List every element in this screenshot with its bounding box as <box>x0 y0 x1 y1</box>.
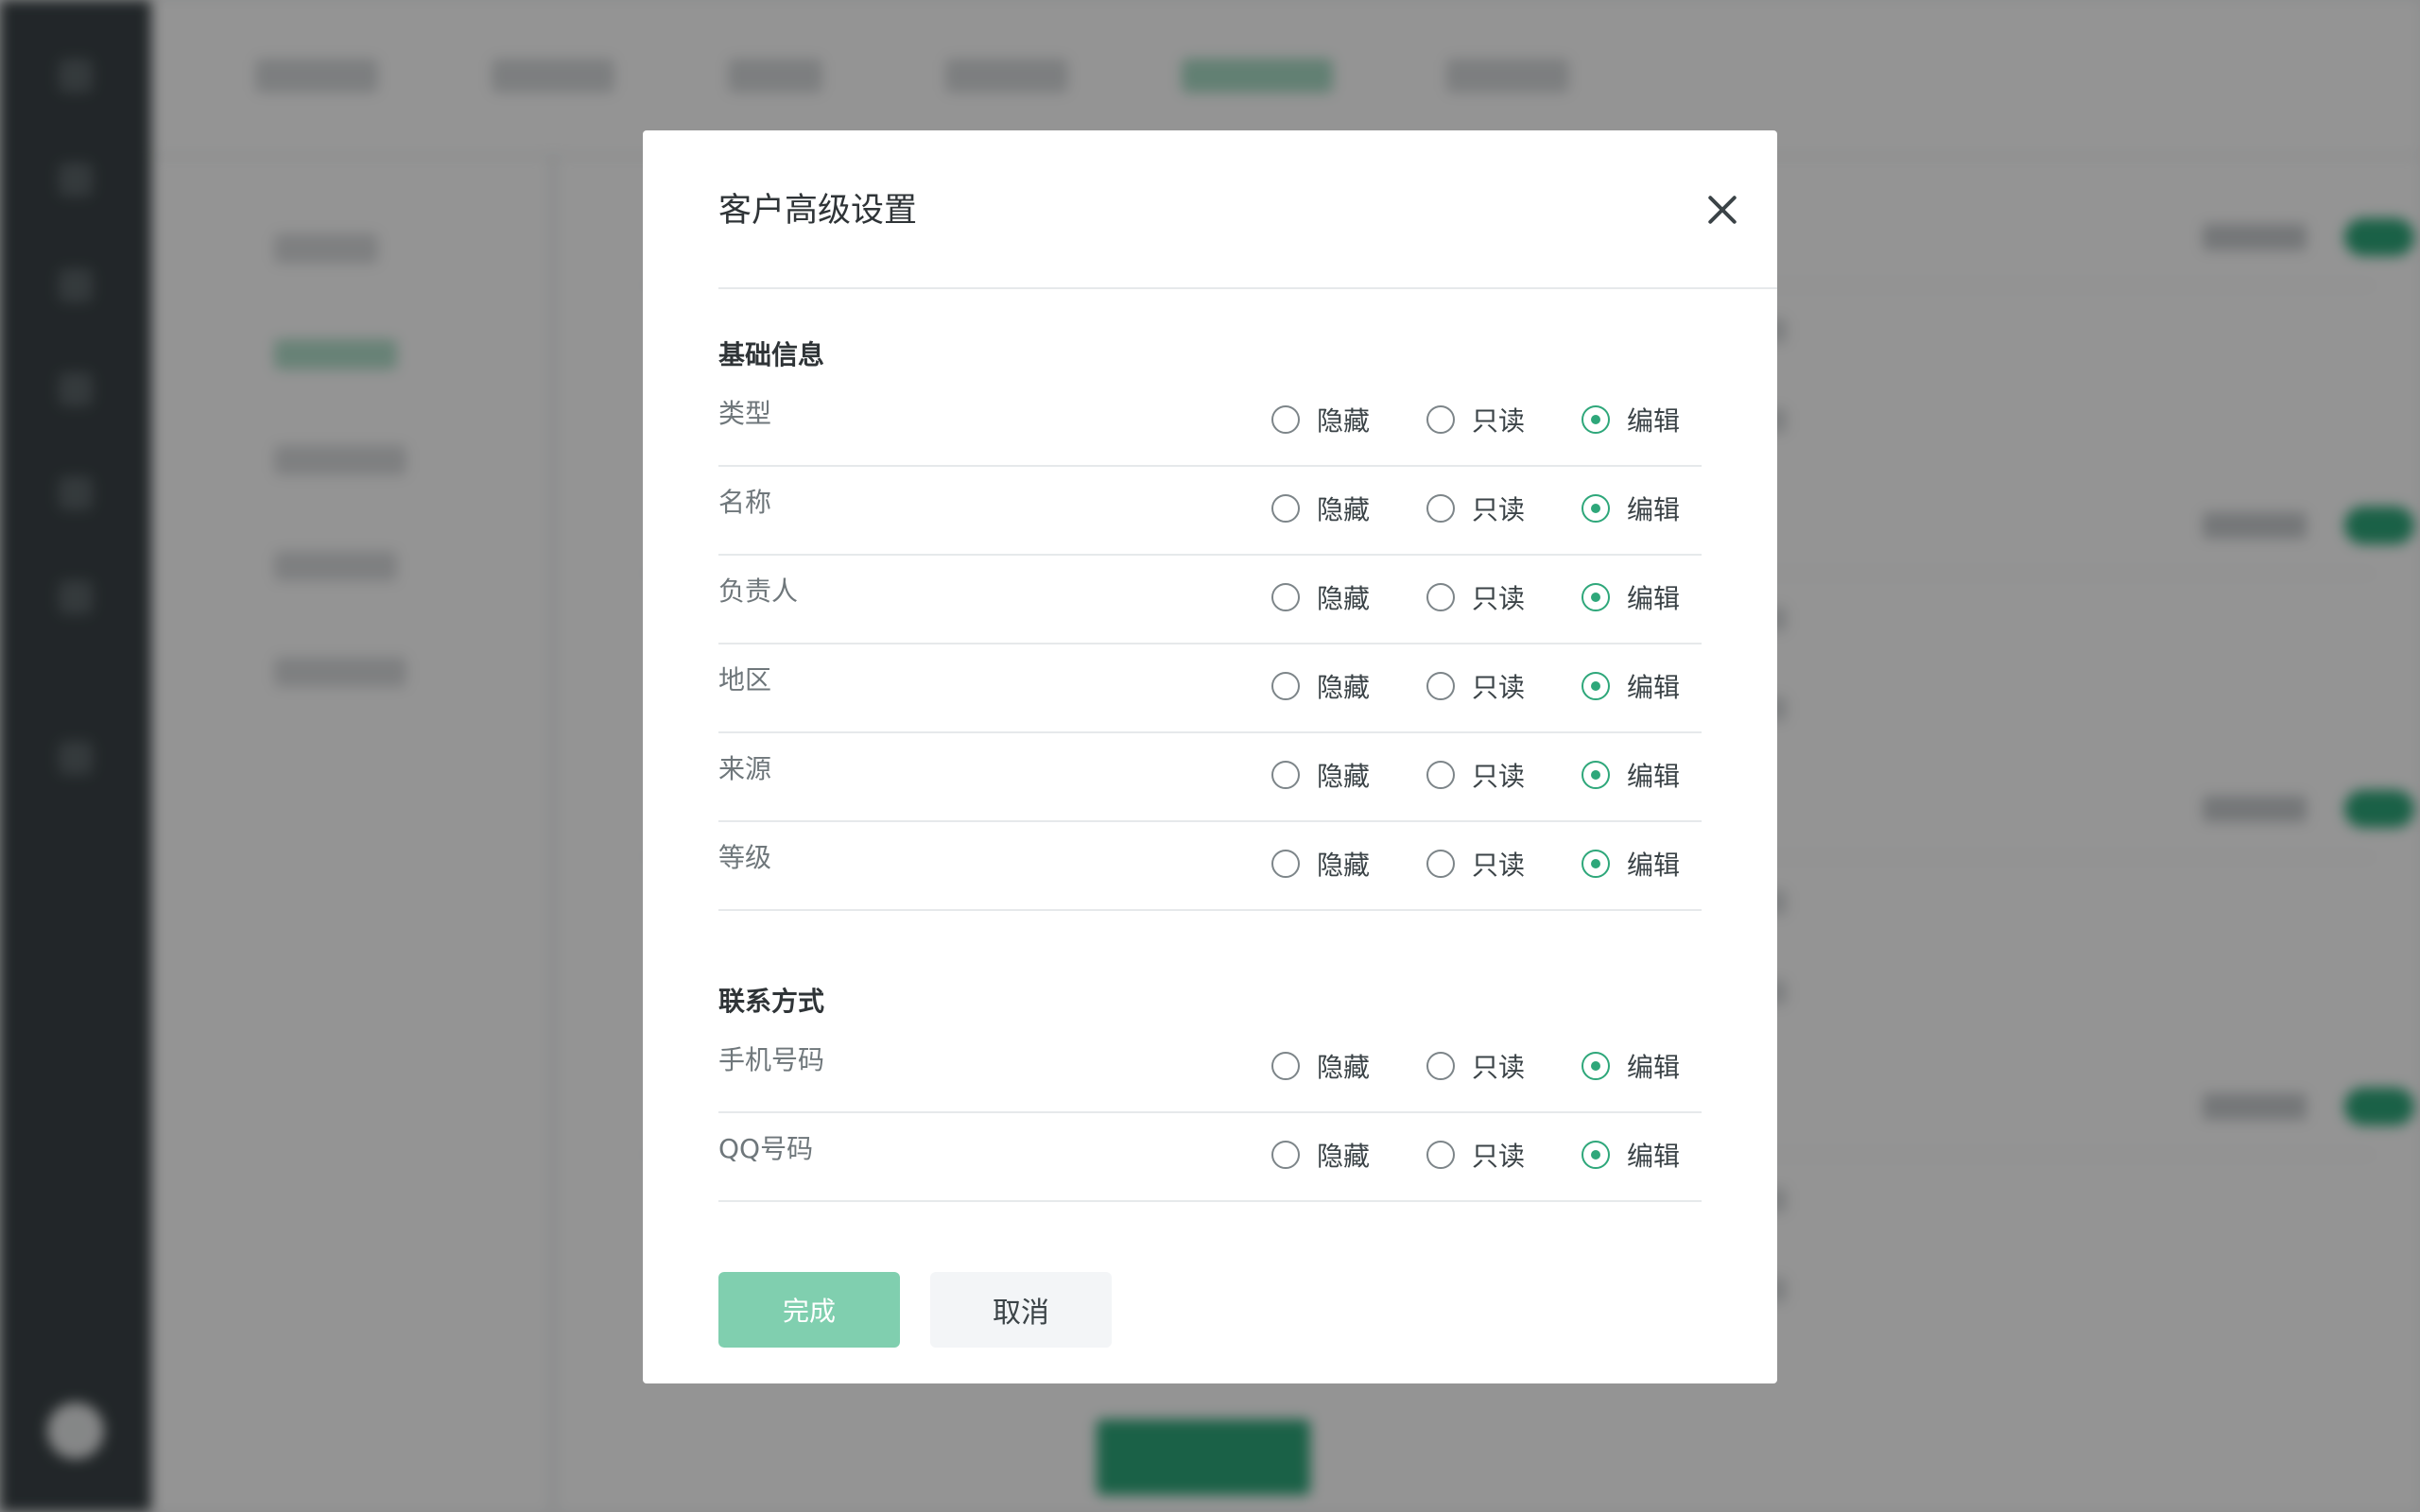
radio-hide[interactable]: 隐藏 <box>1271 756 1370 794</box>
radio-edit[interactable]: 编辑 <box>1582 756 1680 794</box>
field-label: QQ号码 <box>718 1133 814 1164</box>
field-label: 负责人 <box>718 576 799 607</box>
radio-hide[interactable]: 隐藏 <box>1271 845 1370 883</box>
field-row: 类型 隐藏 只读 编辑 <box>718 378 1702 467</box>
option-label: 只读 <box>1472 405 1526 437</box>
radio-circle-checked <box>1582 583 1610 611</box>
radio-circle <box>1426 583 1455 611</box>
field-label: 等级 <box>718 842 772 873</box>
radio-circle <box>1426 1052 1455 1080</box>
option-label: 隐藏 <box>1317 405 1371 437</box>
option-label: 隐藏 <box>1317 672 1371 703</box>
section-title: 联系方式 <box>718 986 825 1017</box>
cancel-button[interactable]: 取消 <box>930 1272 1112 1348</box>
radio-circle <box>1426 405 1455 434</box>
field-label: 名称 <box>718 487 772 518</box>
radio-hide[interactable]: 隐藏 <box>1271 490 1370 527</box>
field-row: 地区 隐藏 只读 编辑 <box>718 644 1702 733</box>
option-label: 编辑 <box>1627 1141 1681 1172</box>
radio-readonly[interactable]: 只读 <box>1426 578 1525 616</box>
radio-circle-checked <box>1582 672 1610 700</box>
radio-readonly[interactable]: 只读 <box>1426 401 1525 438</box>
section-title: 基础信息 <box>718 339 825 370</box>
radio-edit[interactable]: 编辑 <box>1582 845 1680 883</box>
option-label: 隐藏 <box>1317 761 1371 792</box>
field-label: 地区 <box>718 664 772 696</box>
option-label: 只读 <box>1472 1141 1526 1172</box>
option-label: 编辑 <box>1627 850 1681 881</box>
radio-circle <box>1271 672 1300 700</box>
field-label: 来源 <box>718 753 772 784</box>
radio-readonly[interactable]: 只读 <box>1426 490 1525 527</box>
radio-edit[interactable]: 编辑 <box>1582 578 1680 616</box>
radio-circle-checked <box>1582 1052 1610 1080</box>
option-label: 只读 <box>1472 850 1526 881</box>
radio-edit[interactable]: 编辑 <box>1582 490 1680 527</box>
option-label: 隐藏 <box>1317 583 1371 614</box>
option-label: 编辑 <box>1627 1052 1681 1083</box>
radio-circle <box>1426 672 1455 700</box>
radio-edit[interactable]: 编辑 <box>1582 667 1680 705</box>
radio-edit[interactable]: 编辑 <box>1582 1136 1680 1174</box>
option-label: 编辑 <box>1627 761 1681 792</box>
field-row: 手机号码 隐藏 只读 编辑 <box>718 1024 1702 1113</box>
field-row: 负责人 隐藏 只读 编辑 <box>718 556 1702 644</box>
dialog-title: 客户高级设置 <box>718 192 918 230</box>
option-label: 只读 <box>1472 494 1526 525</box>
option-label: 隐藏 <box>1317 850 1371 881</box>
done-button[interactable]: 完成 <box>718 1272 900 1348</box>
radio-edit[interactable]: 编辑 <box>1582 1047 1680 1085</box>
radio-circle <box>1426 761 1455 789</box>
radio-readonly[interactable]: 只读 <box>1426 667 1525 705</box>
radio-circle <box>1271 405 1300 434</box>
close-icon[interactable] <box>1695 187 1750 242</box>
option-label: 编辑 <box>1627 494 1681 525</box>
radio-readonly[interactable]: 只读 <box>1426 756 1525 794</box>
radio-readonly[interactable]: 只读 <box>1426 1047 1525 1085</box>
option-label: 只读 <box>1472 672 1526 703</box>
option-label: 编辑 <box>1627 405 1681 437</box>
option-label: 隐藏 <box>1317 1052 1371 1083</box>
option-label: 只读 <box>1472 1052 1526 1083</box>
advanced-settings-dialog: 客户高级设置 基础信息 类型 隐藏 只读 编辑 名称 隐藏 只读 编辑 负责人 … <box>643 130 1777 1383</box>
option-label: 编辑 <box>1627 583 1681 614</box>
radio-circle-checked <box>1582 405 1610 434</box>
radio-hide[interactable]: 隐藏 <box>1271 667 1370 705</box>
radio-circle <box>1271 850 1300 878</box>
radio-circle <box>1426 494 1455 523</box>
field-label: 类型 <box>718 398 772 429</box>
radio-readonly[interactable]: 只读 <box>1426 845 1525 883</box>
radio-hide[interactable]: 隐藏 <box>1271 578 1370 616</box>
radio-hide[interactable]: 隐藏 <box>1271 1047 1370 1085</box>
radio-circle <box>1426 850 1455 878</box>
radio-circle-checked <box>1582 761 1610 789</box>
radio-circle-checked <box>1582 494 1610 523</box>
field-label: 手机号码 <box>718 1044 825 1075</box>
radio-circle <box>1271 583 1300 611</box>
radio-circle <box>1271 1141 1300 1169</box>
radio-hide[interactable]: 隐藏 <box>1271 1136 1370 1174</box>
radio-circle <box>1271 761 1300 789</box>
radio-circle <box>1426 1141 1455 1169</box>
field-row: 等级 隐藏 只读 编辑 <box>718 822 1702 911</box>
radio-circle-checked <box>1582 850 1610 878</box>
radio-hide[interactable]: 隐藏 <box>1271 401 1370 438</box>
radio-edit[interactable]: 编辑 <box>1582 401 1680 438</box>
option-label: 编辑 <box>1627 672 1681 703</box>
title-divider <box>718 287 1777 289</box>
radio-circle <box>1271 1052 1300 1080</box>
option-label: 只读 <box>1472 761 1526 792</box>
option-label: 隐藏 <box>1317 494 1371 525</box>
radio-readonly[interactable]: 只读 <box>1426 1136 1525 1174</box>
field-row: 来源 隐藏 只读 编辑 <box>718 733 1702 822</box>
radio-circle-checked <box>1582 1141 1610 1169</box>
option-label: 隐藏 <box>1317 1141 1371 1172</box>
field-row: QQ号码 隐藏 只读 编辑 <box>718 1113 1702 1202</box>
field-row: 名称 隐藏 只读 编辑 <box>718 467 1702 556</box>
radio-circle <box>1271 494 1300 523</box>
option-label: 只读 <box>1472 583 1526 614</box>
